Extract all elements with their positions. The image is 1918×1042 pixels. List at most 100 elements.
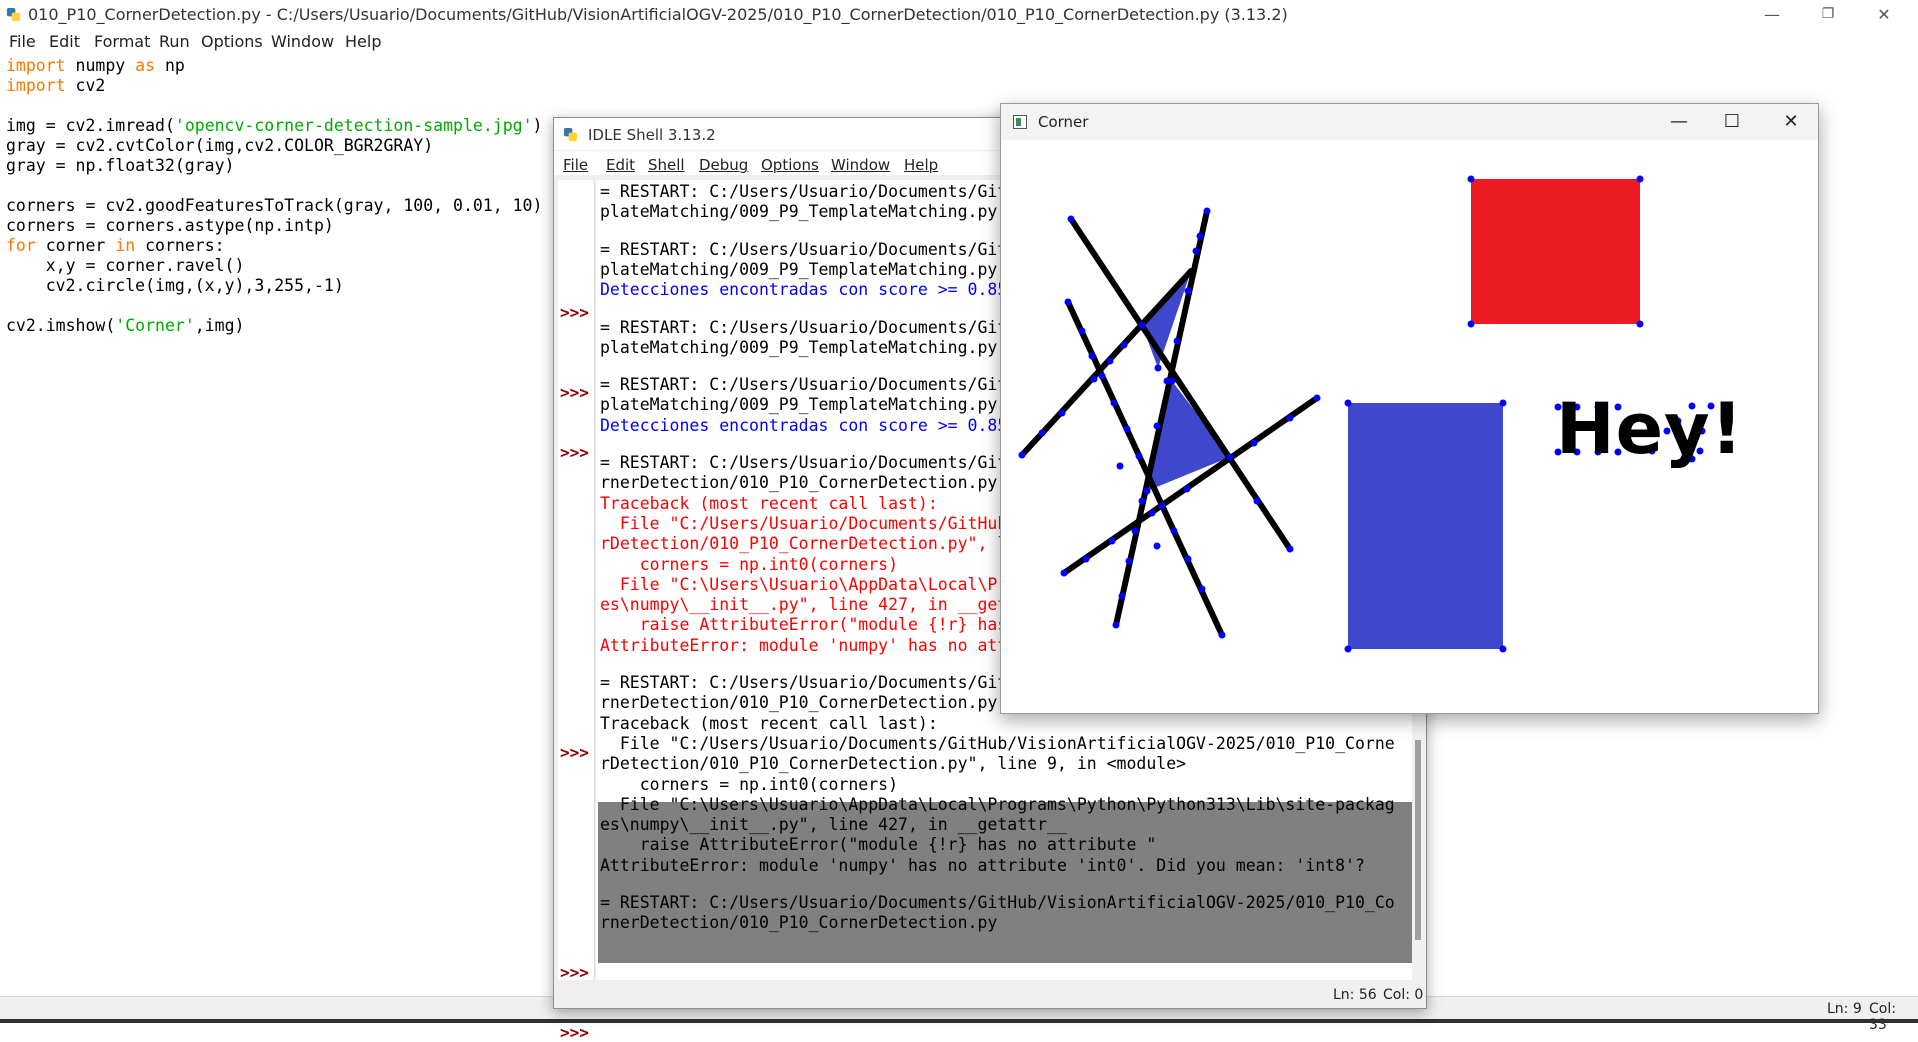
corner-titlebar[interactable]: Corner — ☐ ✕ (1001, 104, 1818, 140)
corner-dot (1018, 451, 1026, 459)
shell-menu-file[interactable]: File (563, 156, 588, 174)
corner-dot (1286, 545, 1294, 553)
prompt-marker: >>> (560, 743, 589, 762)
shell-scroll-thumb[interactable] (1415, 740, 1421, 940)
shell-line: Detecciones encontradas con score >= 0.8… (600, 280, 1008, 300)
taskbar-edge (0, 1019, 1918, 1023)
shell-line: plateMatching/009_P9_TemplateMatching.py (600, 202, 998, 222)
corner-dot (1154, 364, 1162, 372)
minimize-button[interactable]: — (1744, 0, 1800, 29)
corner-close-button[interactable]: ✕ (1764, 107, 1818, 137)
shell-line: Traceback (most recent call last): (600, 493, 938, 513)
shell-statusbar: Ln: 56 Col: 0 (554, 982, 1426, 1006)
corner-dot (1138, 497, 1146, 505)
editor-titlebar[interactable]: 010_P10_CornerDetection.py - C:/Users/Us… (0, 0, 1918, 29)
corner-dot (1138, 321, 1146, 329)
corner-dot (1060, 569, 1068, 577)
menu-format[interactable]: Format (94, 32, 150, 51)
corner-dot (1344, 399, 1352, 407)
shell-col-indicator: Col: 0 (1383, 987, 1424, 1003)
corner-title: Corner (1038, 113, 1089, 131)
editor-scrollbar[interactable] (1901, 55, 1918, 995)
shell-line: plateMatching/009_P9_TemplateMatching.py (600, 259, 998, 279)
corner-dot (1226, 453, 1234, 461)
shell-menu-window[interactable]: Window (831, 156, 890, 174)
corner-dot (1203, 207, 1211, 215)
menu-window[interactable]: Window (271, 32, 334, 51)
corner-minimize-button[interactable]: — (1652, 107, 1706, 137)
shell-title: IDLE Shell 3.13.2 (588, 126, 716, 144)
corner-dot (1123, 425, 1131, 433)
red-square (1471, 179, 1640, 324)
shell-line: raise AttributeError("module {!r} has no… (600, 835, 1157, 855)
corner-dot (1198, 585, 1206, 593)
prompt-marker: >>> (560, 963, 589, 982)
menu-run[interactable]: Run (159, 32, 190, 51)
col-indicator: Col: 33 (1869, 1001, 1896, 1033)
close-button[interactable]: ✕ (1856, 0, 1912, 29)
code-line: cv2.circle(img,(x,y),3,255,-1) (6, 276, 344, 295)
corner-dot (1108, 537, 1116, 545)
menu-edit[interactable]: Edit (49, 32, 80, 51)
python-icon (6, 7, 21, 22)
restore-button[interactable]: ❐ (1800, 0, 1856, 29)
corner-dot (1038, 429, 1046, 437)
corner-dot (1173, 337, 1181, 345)
menu-file[interactable]: File (9, 32, 36, 51)
corner-dot (1192, 247, 1200, 255)
corner-dot (1082, 555, 1090, 563)
corner-dot (1131, 527, 1139, 535)
code-line: import numpy as np (6, 56, 185, 75)
shell-line: = RESTART: C:/Users/Usuario/Documents/Gi… (600, 893, 1395, 912)
code-line: for corner in corners: (6, 236, 225, 255)
prompt-gutter: >>> >>> >>> >>> >>> >>> (558, 180, 595, 1042)
code-line: img = cv2.imread('opencv-corner-detectio… (6, 116, 543, 135)
corner-dot (1067, 215, 1075, 223)
corner-dot (1467, 320, 1475, 328)
corner-dot (1118, 592, 1126, 600)
hey-text: Hey! (1556, 388, 1744, 470)
code-line: gray = np.float32(gray) (6, 156, 235, 175)
shell-line: rnerDetection/010_P10_CornerDetection.py (600, 913, 998, 933)
corner-dot (1467, 175, 1475, 183)
menu-options[interactable]: Options (201, 32, 263, 51)
shell-line: rnerDetection/010_P10_CornerDetection.py (600, 693, 998, 713)
shell-menu-help[interactable]: Help (904, 156, 938, 174)
corner-dot (1112, 621, 1120, 629)
corner-dot (1253, 497, 1261, 505)
shell-line: corners = np.int0(corners) (600, 774, 899, 794)
opencv-window-icon (1013, 115, 1027, 129)
code-editor[interactable]: import numpy as np import cv2 img = cv2.im… (6, 56, 542, 336)
corner-dot (1218, 631, 1226, 639)
corner-dot (1184, 555, 1192, 563)
corner-maximize-button[interactable]: ☐ (1705, 107, 1759, 137)
shell-menu-edit[interactable]: Edit (606, 156, 635, 174)
shell-line: corners = np.int0(corners) (600, 554, 899, 574)
corner-dot (1106, 357, 1114, 365)
corner-dot (1250, 439, 1258, 447)
corner-dot (1153, 542, 1161, 550)
corner-dot (1344, 645, 1352, 653)
shell-menu-shell[interactable]: Shell (648, 156, 685, 174)
corner-dot (1196, 232, 1204, 240)
corner-dot (1158, 502, 1166, 510)
corner-dot (1499, 399, 1507, 407)
shell-line: File "C:/Users/Usuario/Documents/GitHub/… (600, 733, 1395, 753)
shell-menu-debug[interactable]: Debug (699, 156, 748, 174)
corner-dot (1110, 399, 1118, 407)
corner-dot (1153, 422, 1161, 430)
corner-dot (1148, 509, 1156, 517)
menu-help[interactable]: Help (345, 32, 381, 51)
shell-menu-options[interactable]: Options (761, 156, 819, 174)
code-line: x,y = corner.ravel() (6, 256, 245, 275)
shell-line-indicator: Ln: 56 (1333, 987, 1377, 1003)
shell-line: rDetection/010_P10_CornerDetection.py", … (600, 754, 1187, 774)
corner-dot (1636, 320, 1644, 328)
shell-line: Detecciones encontradas con score >= 0.8… (600, 415, 1008, 435)
shell-line: es\numpy\__init__.py", line 427, in __ge… (600, 595, 1067, 615)
corner-window: Corner — ☐ ✕ Hey! (1000, 103, 1819, 714)
prompt-marker: >>> (560, 383, 589, 402)
prompt-marker: >>> (560, 303, 589, 322)
